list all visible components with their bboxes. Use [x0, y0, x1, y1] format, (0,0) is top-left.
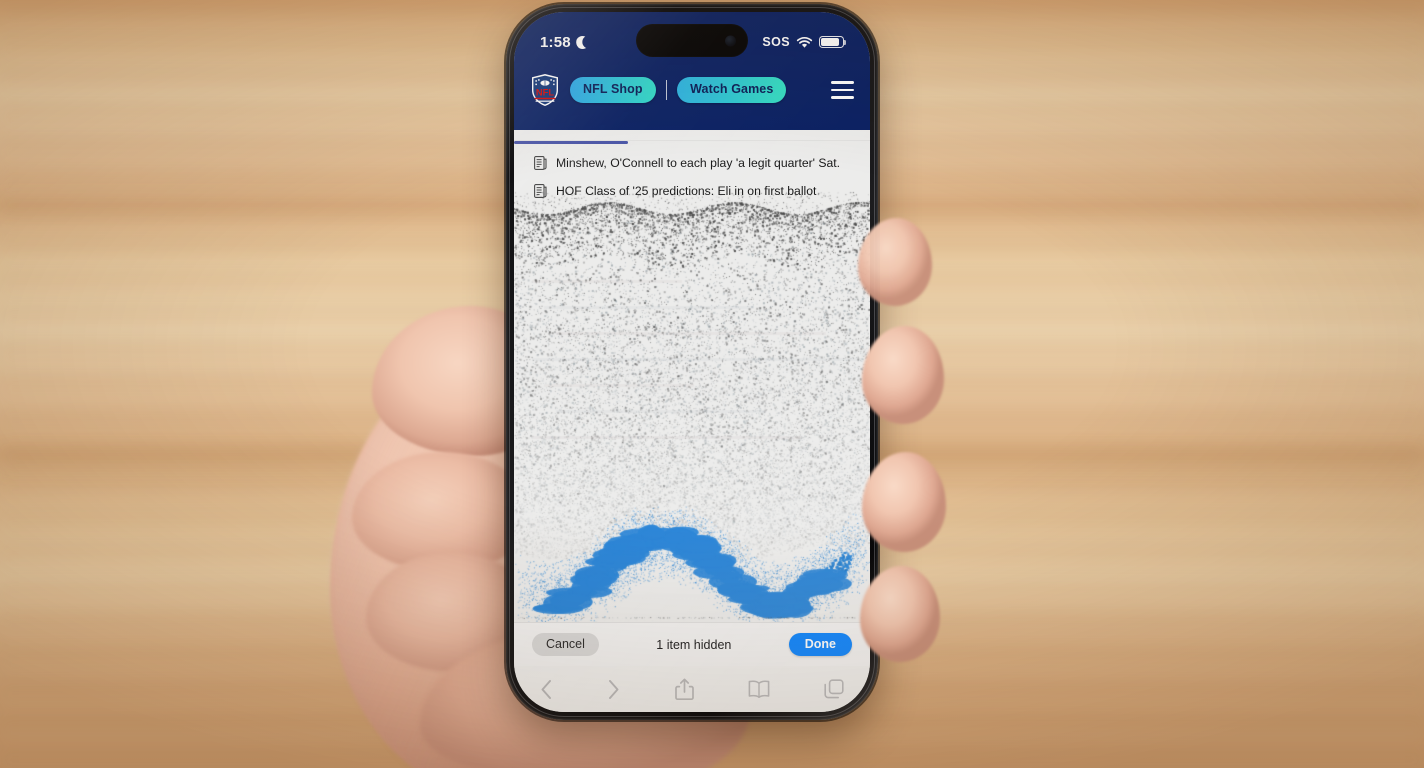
- forward-chevron-icon[interactable]: [607, 679, 620, 700]
- battery-fill-level: [821, 38, 839, 46]
- distraction-dissolve-overlay: [514, 130, 870, 622]
- fingertip: [858, 218, 932, 306]
- svg-text:NFL: NFL: [536, 87, 554, 98]
- nav-divider: [666, 80, 668, 100]
- phone-screen: 1:58 SOS NFL NFL Shop Watch Games Minshe…: [514, 12, 870, 712]
- front-camera-icon: [725, 35, 736, 46]
- hamburger-menu-icon[interactable]: [831, 81, 856, 99]
- page-progress-track: [514, 141, 870, 144]
- headline-text: Minshew, O'Connell to each play 'a legit…: [556, 155, 840, 172]
- page-top-divider: [514, 130, 870, 141]
- nfl-shield-icon[interactable]: NFL: [530, 73, 560, 107]
- wifi-icon: [796, 36, 813, 49]
- moon-icon: [576, 36, 589, 49]
- status-bar-clock: 1:58: [540, 34, 589, 51]
- sos-label: SOS: [762, 35, 790, 49]
- page-progress-bar: [514, 141, 628, 144]
- headline-item[interactable]: HOF Class of '25 predictions: Eli in on …: [514, 172, 870, 200]
- cancel-button[interactable]: Cancel: [532, 633, 599, 657]
- fingertip: [860, 566, 940, 662]
- tabs-icon[interactable]: [824, 679, 844, 699]
- fingertip: [862, 326, 944, 424]
- nfl-site-header: 1:58 SOS NFL NFL Shop Watch Games: [514, 12, 870, 130]
- article-icon: [534, 156, 547, 170]
- ios-status-bar: 1:58 SOS: [514, 12, 870, 60]
- battery-icon: [819, 36, 844, 49]
- done-button[interactable]: Done: [789, 633, 852, 657]
- article-icon: [534, 184, 547, 198]
- fingertip: [862, 452, 946, 552]
- nfl-shop-button[interactable]: NFL Shop: [570, 77, 656, 103]
- bookmarks-icon[interactable]: [748, 680, 770, 698]
- clock-time: 1:58: [540, 34, 571, 51]
- watch-games-button[interactable]: Watch Games: [677, 77, 786, 103]
- hidden-items-status: 1 item hidden: [656, 638, 731, 652]
- iphone-device: 1:58 SOS NFL NFL Shop Watch Games Minshe…: [506, 4, 878, 720]
- share-icon[interactable]: [675, 678, 694, 701]
- scene: 1:58 SOS NFL NFL Shop Watch Games Minshe…: [0, 0, 1424, 768]
- safari-bottom-toolbar: [514, 666, 870, 712]
- distraction-control-bar: Cancel 1 item hidden Done: [514, 622, 870, 666]
- back-chevron-icon[interactable]: [540, 679, 553, 700]
- dynamic-island: [636, 24, 748, 57]
- web-page-content: Minshew, O'Connell to each play 'a legit…: [514, 130, 870, 622]
- status-bar-indicators: SOS: [762, 35, 844, 49]
- headline-item[interactable]: Minshew, O'Connell to each play 'a legit…: [514, 144, 870, 172]
- dissolve-particles-canvas: [514, 130, 870, 622]
- headline-text: HOF Class of '25 predictions: Eli in on …: [556, 183, 816, 200]
- site-navbar: NFL NFL Shop Watch Games: [514, 60, 870, 118]
